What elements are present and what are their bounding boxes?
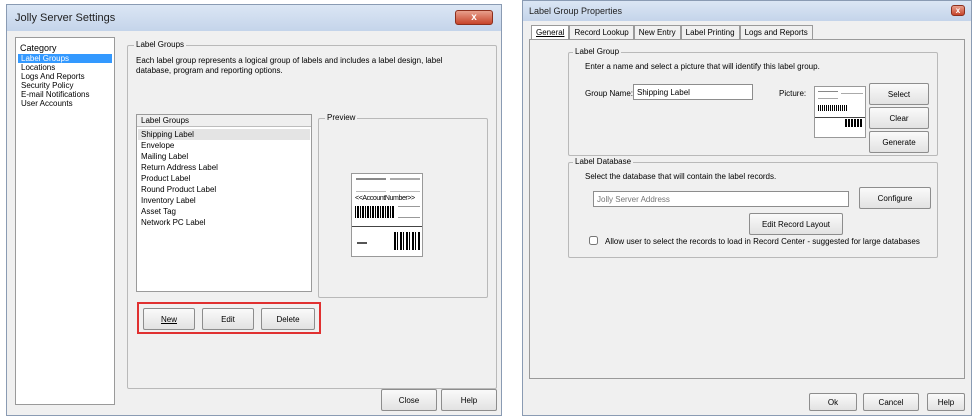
tab-content: Label Group Enter a name and select a pi… [529, 39, 965, 379]
help-button[interactable]: Help [441, 389, 497, 411]
category-item[interactable]: User Accounts [18, 99, 112, 108]
generate-button-label: Generate [882, 137, 916, 147]
label-group-item[interactable]: Product Label [138, 173, 310, 184]
label-database-instruction: Select the database that will contain th… [585, 172, 777, 181]
preview-divider [352, 226, 422, 227]
delete-button-label: Delete [276, 314, 300, 324]
thumbnail-divider [815, 117, 865, 118]
edit-record-layout-label: Edit Record Layout [761, 219, 831, 229]
title-bar: Jolly Server Settings x [7, 5, 501, 31]
delete-button[interactable]: Delete [261, 308, 315, 330]
label-groups-section: Label Groups Each label group represents… [127, 40, 497, 389]
category-item[interactable]: E-mail Notifications [18, 90, 112, 99]
label-group-section: Label Group Enter a name and select a pi… [568, 47, 938, 156]
preview-section: Preview <<AccountNumber>> [318, 113, 488, 298]
configure-button[interactable]: Configure [859, 187, 931, 209]
edit-button-label: Edit [221, 314, 235, 324]
close-window-button[interactable]: x [455, 10, 493, 25]
group-name-label: Group Name: [585, 89, 634, 98]
allow-select-records-checkbox[interactable] [589, 236, 598, 245]
tab-item[interactable]: Logs and Reports [739, 25, 813, 39]
close-icon: x [955, 6, 961, 15]
category-heading: Category [20, 43, 57, 53]
preview-address-block [356, 178, 386, 192]
close-icon: x [471, 12, 477, 23]
label-preview-image: <<AccountNumber>> [351, 173, 423, 257]
preview-text-lines [398, 206, 420, 218]
generate-picture-button[interactable]: Generate [869, 131, 929, 153]
picture-thumbnail [814, 86, 866, 138]
cancel-button-label: Cancel [878, 397, 904, 407]
allow-select-records-label: Allow user to select the records to load… [605, 237, 920, 246]
select-button-label: Select [887, 89, 911, 99]
tab-item[interactable]: General [531, 25, 570, 39]
server-settings-window: Jolly Server Settings x Category Label G… [6, 4, 502, 416]
label-group-item[interactable]: Shipping Label [138, 129, 310, 140]
group-name-input[interactable] [633, 84, 753, 100]
select-picture-button[interactable]: Select [869, 83, 929, 105]
thumbnail-barcode [818, 105, 848, 111]
new-button-label: New [160, 314, 177, 324]
window-title: Label Group Properties [529, 6, 623, 16]
picture-label: Picture: [779, 89, 807, 98]
label-group-item[interactable]: Envelope [138, 140, 310, 151]
preview-small-text [357, 242, 367, 244]
label-group-item[interactable]: Mailing Label [138, 151, 310, 162]
label-group-legend: Label Group [573, 47, 622, 56]
preview-address-block [390, 178, 420, 192]
category-panel: Category Label Groups Locations Logs And R… [15, 37, 115, 405]
clear-button-label: Clear [889, 113, 909, 123]
category-item[interactable]: Security Policy [18, 81, 112, 90]
edit-button[interactable]: Edit [202, 308, 254, 330]
label-database-section: Label Database Select the database that … [568, 157, 938, 258]
label-group-item[interactable]: Round Product Label [138, 184, 310, 195]
label-groups-listbox[interactable]: Label Groups Shipping Label Envelope Maili… [136, 114, 312, 292]
category-item[interactable]: Logs And Reports [18, 72, 112, 81]
category-list: Label Groups Locations Logs And Reports Sec… [18, 54, 112, 108]
close-window-button[interactable]: x [951, 5, 965, 16]
thumbnail-2d-barcode [845, 119, 863, 127]
listbox-header: Label Groups [137, 115, 311, 127]
section-legend: Label Groups [134, 40, 187, 49]
configure-button-label: Configure [877, 193, 913, 203]
window-title: Jolly Server Settings [15, 12, 116, 24]
section-description: Each label group represents a logical gr… [136, 56, 443, 75]
preview-2d-barcode [394, 232, 420, 250]
tab-item[interactable]: Record Lookup [569, 25, 634, 39]
preview-legend: Preview [325, 113, 358, 122]
thumbnail-text-lines [818, 91, 838, 99]
label-group-properties-window: Label Group Properties x General Record L… [522, 0, 972, 416]
label-group-item[interactable]: Return Address Label [138, 162, 310, 173]
help-button-label: Help [937, 397, 955, 407]
label-group-item[interactable]: Asset Tag [138, 206, 310, 217]
preview-barcode [355, 206, 395, 218]
thumbnail-text-lines [841, 93, 863, 99]
new-button[interactable]: New [143, 308, 195, 330]
category-item[interactable]: Label Groups [18, 54, 112, 63]
help-button-label: Help [460, 395, 478, 405]
ok-button-label: Ok [827, 397, 839, 407]
category-item[interactable]: Locations [18, 63, 112, 72]
tab-item[interactable]: New Entry [633, 25, 681, 39]
close-button-label: Close [398, 395, 420, 405]
cancel-button[interactable]: Cancel [863, 393, 919, 411]
label-group-instruction: Enter a name and select a picture that w… [585, 62, 820, 71]
close-button[interactable]: Close [381, 389, 437, 411]
database-input[interactable] [593, 191, 849, 207]
label-groups-list: Shipping Label Envelope Mailing Label Retur… [138, 129, 310, 228]
title-bar: Label Group Properties x [523, 1, 971, 21]
label-database-legend: Label Database [573, 157, 634, 166]
label-group-item[interactable]: Inventory Label [138, 195, 310, 206]
clear-picture-button[interactable]: Clear [869, 107, 929, 129]
preview-field-text: <<AccountNumber>> [355, 195, 415, 202]
label-group-item[interactable]: Network PC Label [138, 217, 310, 228]
tab-row: General Record Lookup New Entry Label Print… [531, 25, 813, 39]
tab-item[interactable]: Label Printing [680, 25, 740, 39]
listbox-header-label: Label Groups [141, 116, 190, 125]
ok-button[interactable]: Ok [809, 393, 857, 411]
edit-record-layout-button[interactable]: Edit Record Layout [749, 213, 843, 235]
help-button[interactable]: Help [927, 393, 965, 411]
